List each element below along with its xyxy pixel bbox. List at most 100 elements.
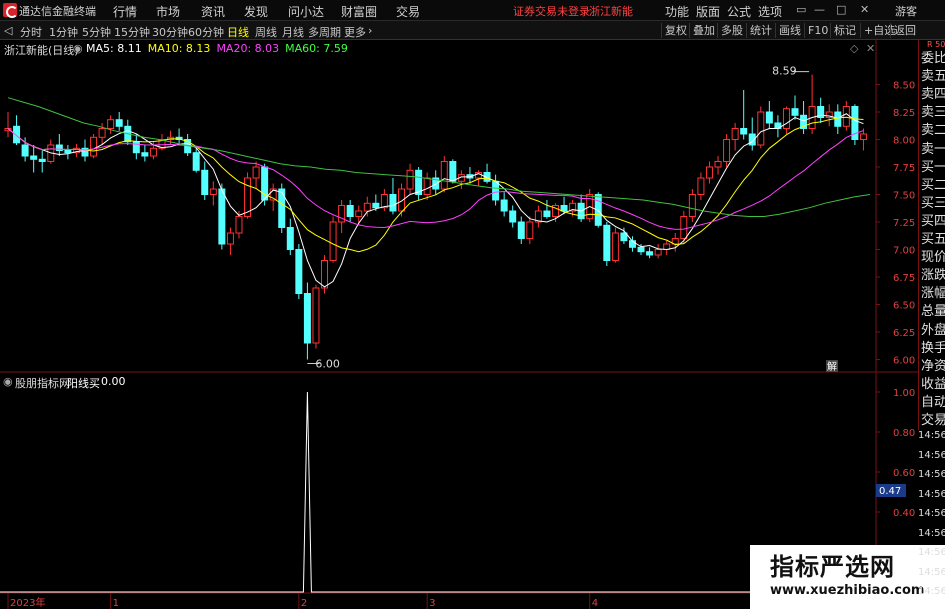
statistics-button[interactable]: 统计 — [746, 23, 775, 38]
f10-button[interactable]: F10 — [804, 23, 831, 38]
x-tick-label: 2 — [301, 598, 307, 609]
y-tick-label: 6.00 — [893, 356, 915, 367]
menu-ask[interactable]: 问小达 — [288, 3, 324, 20]
candle-body — [517, 221, 525, 239]
sidebar-label: 换手 — [921, 340, 945, 356]
restore-icon[interactable]: — — [814, 3, 825, 16]
chart-options-icon[interactable]: ◇ — [850, 42, 858, 55]
multi-stock-button[interactable]: 多股 — [717, 23, 746, 38]
tick-time: 14:56 — [918, 430, 945, 441]
period-tab-more[interactable]: 更多 — [344, 24, 366, 40]
sidebar-label: 交易 — [921, 413, 945, 428]
candle-body — [740, 128, 748, 135]
menu-formula[interactable]: 公式 — [727, 3, 751, 20]
menu-function[interactable]: 功能 — [665, 3, 689, 20]
menu-wealth[interactable]: 财富圈 — [341, 3, 377, 20]
period-tab-daily[interactable]: 日线 — [227, 24, 249, 40]
candle-body — [132, 141, 140, 154]
guest-login[interactable]: 游客 — [895, 3, 917, 19]
candle-body — [218, 188, 226, 245]
mark-button[interactable]: 标记 — [830, 23, 859, 38]
period-tab-monthly[interactable]: 月线 — [282, 24, 304, 40]
chart-canvas[interactable]: 8.50 8.25 8.00 7.75 7.50 7.25 7.00 6.75 6.50 6.25… — [0, 40, 918, 609]
candle-body — [90, 136, 98, 157]
menu-options[interactable]: 选项 — [758, 3, 782, 20]
menu-news[interactable]: 资讯 — [201, 3, 225, 20]
y-tick-label: 7.75 — [893, 163, 915, 174]
sidebar-label: 外盘 — [921, 322, 945, 338]
sidebar-label: 收益 — [921, 376, 945, 392]
candle-body — [107, 119, 115, 129]
candle-body — [782, 108, 790, 129]
sidebar-label: 总量 — [921, 304, 945, 320]
candle-body — [500, 199, 508, 212]
candle-body — [226, 232, 234, 245]
period-tab-30min[interactable]: 30分钟 — [152, 24, 188, 40]
candle-body — [654, 249, 662, 256]
toolbar-back-icon[interactable]: ◁ — [4, 24, 12, 37]
period-tab-intraday[interactable]: 分时 — [20, 24, 42, 40]
menu-layout[interactable]: 版面 — [696, 3, 720, 20]
draw-line-button[interactable]: 画线 — [775, 23, 804, 38]
menu-discover[interactable]: 发现 — [244, 3, 268, 20]
tick-time: 14:56 — [918, 508, 945, 519]
maximize-icon[interactable]: □ — [836, 3, 846, 16]
tick-time: 14:56 — [918, 566, 945, 578]
sidebar-label: 买三 — [921, 195, 945, 211]
more-chevron-icon[interactable]: › — [368, 24, 372, 37]
candle-body — [346, 205, 354, 217]
period-tab-multi[interactable]: 多周期 — [308, 24, 341, 40]
candle-body — [355, 210, 363, 217]
quote-sidebar: R 500委比卖五卖四卖三卖二卖一买一买二买三买四买五现价涨跌涨幅总量外盘换手净… — [918, 40, 945, 430]
y-tick-label: 8.25 — [893, 108, 915, 119]
close-icon[interactable]: ✕ — [860, 3, 869, 16]
candle-body — [543, 210, 551, 217]
period-tab-weekly[interactable]: 周线 — [255, 24, 277, 40]
sub-indicator-toggle-icon[interactable]: ◉ — [3, 375, 13, 388]
sidebar-label: 卖二 — [921, 123, 945, 139]
sub-y-tick-label: 0.60 — [893, 468, 915, 479]
chart-close-icon[interactable]: ✕ — [866, 42, 875, 55]
candle-body — [312, 287, 320, 344]
watermark-url: www.xuezhibiao.com — [770, 583, 925, 598]
app-logo-icon — [3, 3, 18, 18]
login-warning[interactable]: 证券交易未登录 — [513, 3, 590, 19]
minimize-icon[interactable]: ▭ — [796, 3, 806, 16]
x-tick-label: 4 — [592, 598, 598, 609]
sidebar-label: 卖三 — [921, 105, 945, 121]
restore-rights-button[interactable]: 复权 — [661, 23, 690, 38]
indicator-toggle-icon[interactable]: ◉ — [73, 42, 83, 55]
candle-body — [252, 166, 260, 179]
sidebar-label: 买一 — [921, 159, 945, 175]
candle-body — [440, 161, 448, 190]
candle-body — [64, 150, 72, 154]
candle-body — [149, 147, 157, 157]
sidebar-label: 涨跌 — [921, 268, 945, 284]
overlay-button[interactable]: 叠加 — [689, 23, 718, 38]
tick-time: 14:56 — [918, 488, 945, 500]
sub-y-tick-label: 0.40 — [893, 508, 915, 519]
period-tab-15min[interactable]: 15分钟 — [114, 24, 150, 40]
y-tick-label: 6.75 — [893, 273, 915, 284]
menu-bar: 通达信金融终端 行情 市场 资讯 发现 问小达 财富圈 交易 证券交易未登录 浙… — [0, 0, 945, 21]
main-chart-title: 浙江新能(日线) — [4, 44, 79, 57]
period-tab-5min[interactable]: 5分钟 — [82, 24, 111, 40]
menu-market[interactable]: 市场 — [156, 3, 180, 20]
back-button[interactable]: 返回 — [890, 23, 919, 38]
ma60-line — [7, 97, 871, 217]
candle-body — [115, 119, 123, 127]
ma-legend-ma5: MA5: 8.11 — [86, 42, 142, 55]
sub-y-tick-label: 1.00 — [893, 388, 915, 399]
period-tab-60min[interactable]: 60分钟 — [188, 24, 224, 40]
sidebar-label: 委比 — [921, 51, 945, 66]
menu-quotes[interactable]: 行情 — [113, 3, 137, 20]
unlock-marker-label: 解 — [827, 360, 837, 373]
candle-body — [141, 152, 149, 157]
candle-body — [834, 111, 842, 127]
candle-body — [723, 139, 731, 162]
candle-body — [21, 144, 29, 157]
period-tab-1min[interactable]: 1分钟 — [49, 24, 78, 40]
candle-body — [372, 202, 380, 209]
candle-body — [295, 249, 303, 294]
menu-trade[interactable]: 交易 — [396, 3, 420, 20]
